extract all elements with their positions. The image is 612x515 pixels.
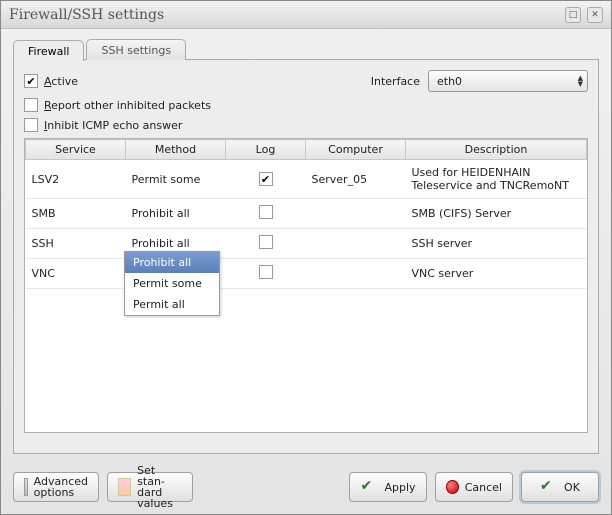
check-icon	[540, 478, 558, 496]
table-row[interactable]: SMBProhibit all SMB (CIFS) Server	[26, 199, 587, 229]
cell-method[interactable]: Permit some	[126, 160, 226, 199]
apply-button[interactable]: Apply	[349, 472, 427, 502]
cell-service[interactable]: VNC	[26, 259, 126, 289]
cell-log[interactable]	[226, 259, 306, 289]
tabs: Firewall SSH settings	[13, 39, 599, 60]
header-description[interactable]: Description	[406, 140, 587, 160]
cell-log[interactable]	[226, 199, 306, 229]
cancel-label: Cancel	[465, 481, 502, 494]
cell-description[interactable]: Used for HEIDENHAIN Teleservice and TNCR…	[406, 160, 587, 199]
content-area: Firewall SSH settings Active Interface e…	[1, 29, 611, 462]
interface-label: Interface	[371, 75, 420, 88]
stop-icon	[446, 480, 459, 494]
cancel-button[interactable]: Cancel	[435, 472, 513, 502]
button-bar: Advancedoptions Set stan-dard values App…	[1, 462, 611, 514]
ok-label: OK	[564, 481, 580, 494]
cell-service[interactable]: SSH	[26, 229, 126, 259]
cell-computer[interactable]: Server_05	[306, 160, 406, 199]
dropdown-item-permit-all[interactable]: Permit all	[125, 294, 219, 315]
cell-log[interactable]	[226, 160, 306, 199]
tab-ssh-settings[interactable]: SSH settings	[86, 39, 186, 60]
report-option: Report other inhibited packets	[24, 98, 588, 112]
cell-computer[interactable]	[306, 229, 406, 259]
cell-description[interactable]: VNC server	[406, 259, 587, 289]
log-checkbox[interactable]	[259, 235, 273, 249]
apply-label: Apply	[384, 481, 415, 494]
log-checkbox[interactable]	[259, 205, 273, 219]
header-log[interactable]: Log	[226, 140, 306, 160]
chevron-updown-icon: ▲▼	[578, 75, 583, 87]
table-row[interactable]: LSV2Permit some Server_05Used for HEIDENH…	[26, 160, 587, 199]
report-checkbox[interactable]	[24, 98, 38, 112]
cell-computer[interactable]	[306, 259, 406, 289]
set-standard-values-label: Set stan-dard values	[137, 465, 182, 509]
method-dropdown: Prohibit all Permit some Permit all	[124, 251, 220, 316]
check-icon	[360, 478, 378, 496]
active-option: Active	[24, 74, 78, 88]
inhibit-label[interactable]: Inhibit ICMP echo answer	[44, 119, 182, 132]
cell-service[interactable]: SMB	[26, 199, 126, 229]
dropdown-item-prohibit-all[interactable]: Prohibit all	[125, 252, 219, 273]
ok-button[interactable]: OK	[521, 472, 599, 502]
window-controls: □ ✕	[565, 7, 603, 23]
cell-method[interactable]: Prohibit all	[126, 199, 226, 229]
advanced-options-label: Advancedoptions	[34, 476, 88, 498]
cell-computer[interactable]	[306, 199, 406, 229]
log-checkbox[interactable]	[259, 265, 273, 279]
dropdown-item-permit-some[interactable]: Permit some	[125, 273, 219, 294]
window-title: Firewall/SSH settings	[9, 7, 164, 23]
report-label[interactable]: Report other inhibited packets	[44, 99, 211, 112]
close-icon[interactable]: ✕	[587, 7, 603, 23]
header-service[interactable]: Service	[26, 140, 126, 160]
table-row[interactable]: VNC VNC server	[26, 259, 587, 289]
set-standard-values-button[interactable]: Set stan-dard values	[107, 472, 193, 502]
log-checkbox[interactable]	[259, 172, 273, 186]
titlebar: Firewall/SSH settings □ ✕	[1, 1, 611, 29]
header-method[interactable]: Method	[126, 140, 226, 160]
active-label[interactable]: Active	[44, 75, 78, 88]
table-header-row: Service Method Log Computer Description	[26, 140, 587, 160]
header-computer[interactable]: Computer	[306, 140, 406, 160]
inhibit-option: Inhibit ICMP echo answer	[24, 118, 588, 132]
maximize-icon[interactable]: □	[565, 7, 581, 23]
options-icon	[24, 478, 28, 496]
active-checkbox[interactable]	[24, 74, 38, 88]
inhibit-checkbox[interactable]	[24, 118, 38, 132]
tab-firewall[interactable]: Firewall	[13, 40, 84, 61]
rules-table: Service Method Log Computer Description …	[25, 139, 587, 289]
interface-group: Interface eth0 ▲▼	[371, 70, 588, 92]
cell-log[interactable]	[226, 229, 306, 259]
table-row[interactable]: SSHProhibit allSSH server	[26, 229, 587, 259]
firewall-panel: Active Interface eth0 ▲▼ Report other in…	[13, 59, 599, 454]
interface-value: eth0	[437, 75, 462, 88]
cell-service[interactable]: LSV2	[26, 160, 126, 199]
window: Firewall/SSH settings □ ✕ Firewall SSH s…	[0, 0, 612, 515]
cell-description[interactable]: SSH server	[406, 229, 587, 259]
advanced-options-button[interactable]: Advancedoptions	[13, 472, 99, 502]
cell-description[interactable]: SMB (CIFS) Server	[406, 199, 587, 229]
rules-table-wrap: Service Method Log Computer Description …	[24, 138, 588, 433]
folder-icon	[118, 478, 131, 496]
interface-select[interactable]: eth0 ▲▼	[428, 70, 588, 92]
